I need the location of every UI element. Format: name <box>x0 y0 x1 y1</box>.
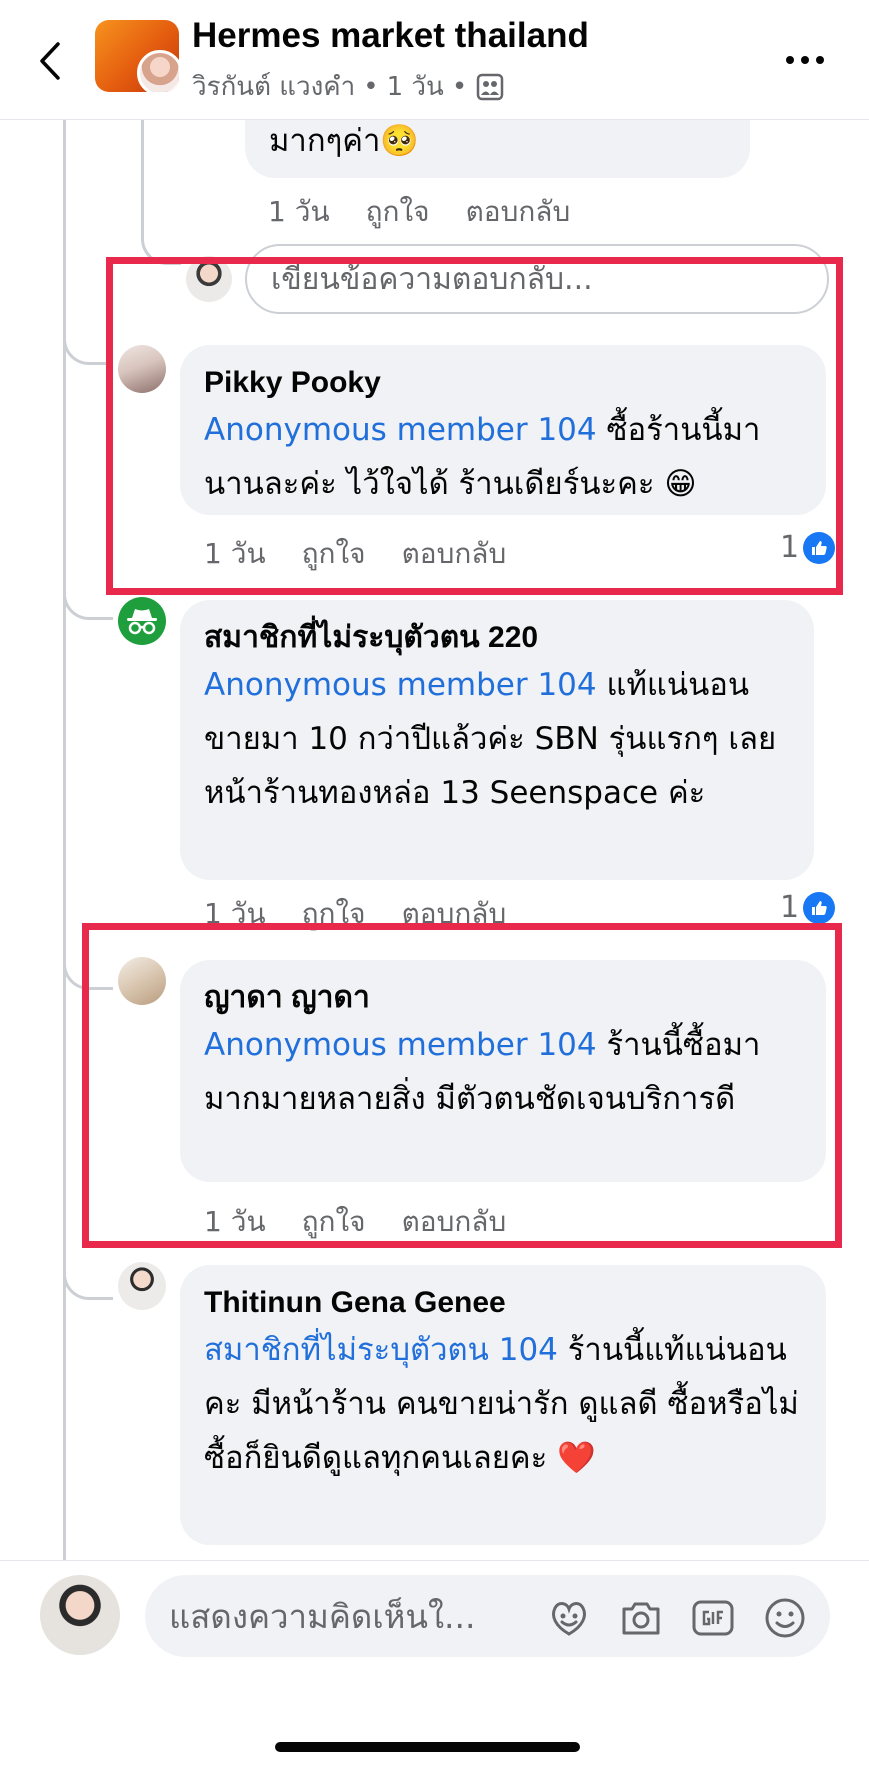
post-meta: วิรกันต์ แวงคำ • 1 วัน • <box>192 66 505 107</box>
comment-text: มากๆค่า🥺 <box>269 123 420 159</box>
comment-text: สมาชิกที่ไม่ระบุตัวตน 104 ร้านนี้แท้แน่น… <box>204 1323 802 1485</box>
more-icon <box>786 56 824 64</box>
camera-icon <box>622 1602 660 1635</box>
home-indicator[interactable] <box>275 1742 580 1752</box>
reply-button[interactable]: ตอบกลับ <box>466 190 571 234</box>
comment-text: Anonymous member 104 แท้แน่นอน ขายมา 10 … <box>204 658 790 820</box>
my-avatar <box>40 1575 120 1655</box>
comment-author[interactable]: สมาชิกที่ไม่ระบุตัวตน 220 <box>204 618 790 658</box>
previous-reply-bubble[interactable]: มากๆค่า🥺 <box>245 110 750 178</box>
mention-link[interactable]: Anonymous member 104 <box>204 667 597 703</box>
previous-reply-actions: 1 วัน ถูกใจ ตอบกลับ <box>268 190 570 234</box>
highlight-box <box>106 257 843 595</box>
author-avatar <box>137 50 179 92</box>
more-button[interactable] <box>780 40 830 80</box>
thread-branch <box>63 1260 113 1300</box>
reaction-count: 1 <box>780 890 800 925</box>
group-avatar[interactable] <box>95 20 179 92</box>
gif-icon <box>692 1600 734 1636</box>
like-button[interactable]: ถูกใจ <box>366 190 430 234</box>
top-bar: Hermes market thailand วิรกันต์ แวงคำ • … <box>0 0 869 120</box>
group-title[interactable]: Hermes market thailand <box>192 16 589 56</box>
comment-time: 1 วัน <box>268 195 330 228</box>
emoji-button[interactable] <box>761 1594 809 1642</box>
mention-link[interactable]: สมาชิกที่ไม่ระบุตัวตน 104 <box>204 1332 558 1368</box>
back-arrow-icon <box>40 42 60 80</box>
like-thumb-icon <box>803 891 836 924</box>
comment-bubble[interactable]: สมาชิกที่ไม่ระบุตัวตน 220 Anonymous memb… <box>180 600 814 880</box>
comment-author[interactable]: Thitinun Gena Genee <box>204 1283 802 1323</box>
post-time[interactable]: 1 วัน <box>387 66 444 107</box>
avatar-sticker-button[interactable] <box>545 1594 593 1642</box>
post-author[interactable]: วิรกันต์ แวงคำ <box>192 66 355 107</box>
gif-button[interactable] <box>689 1594 737 1642</box>
commenter-avatar[interactable] <box>118 1262 166 1310</box>
comment-bubble[interactable]: Thitinun Gena Genee สมาชิกที่ไม่ระบุตัวต… <box>180 1265 826 1545</box>
anonymous-avatar <box>118 597 166 645</box>
emoji-icon <box>765 1598 805 1638</box>
members-icon <box>476 73 504 100</box>
avatar-sticker-icon <box>552 1602 586 1636</box>
reaction-summary[interactable]: 1 <box>780 890 836 925</box>
camera-button[interactable] <box>617 1594 665 1642</box>
composer-actions <box>545 1594 809 1642</box>
meta-separator: • <box>363 71 379 102</box>
comment-input-placeholder: แสดงความคิดเห็นใ... <box>169 1596 476 1636</box>
back-button[interactable] <box>30 38 70 84</box>
meta-separator: • <box>451 71 468 102</box>
incognito-icon <box>127 609 157 635</box>
highlight-box <box>82 923 842 1248</box>
